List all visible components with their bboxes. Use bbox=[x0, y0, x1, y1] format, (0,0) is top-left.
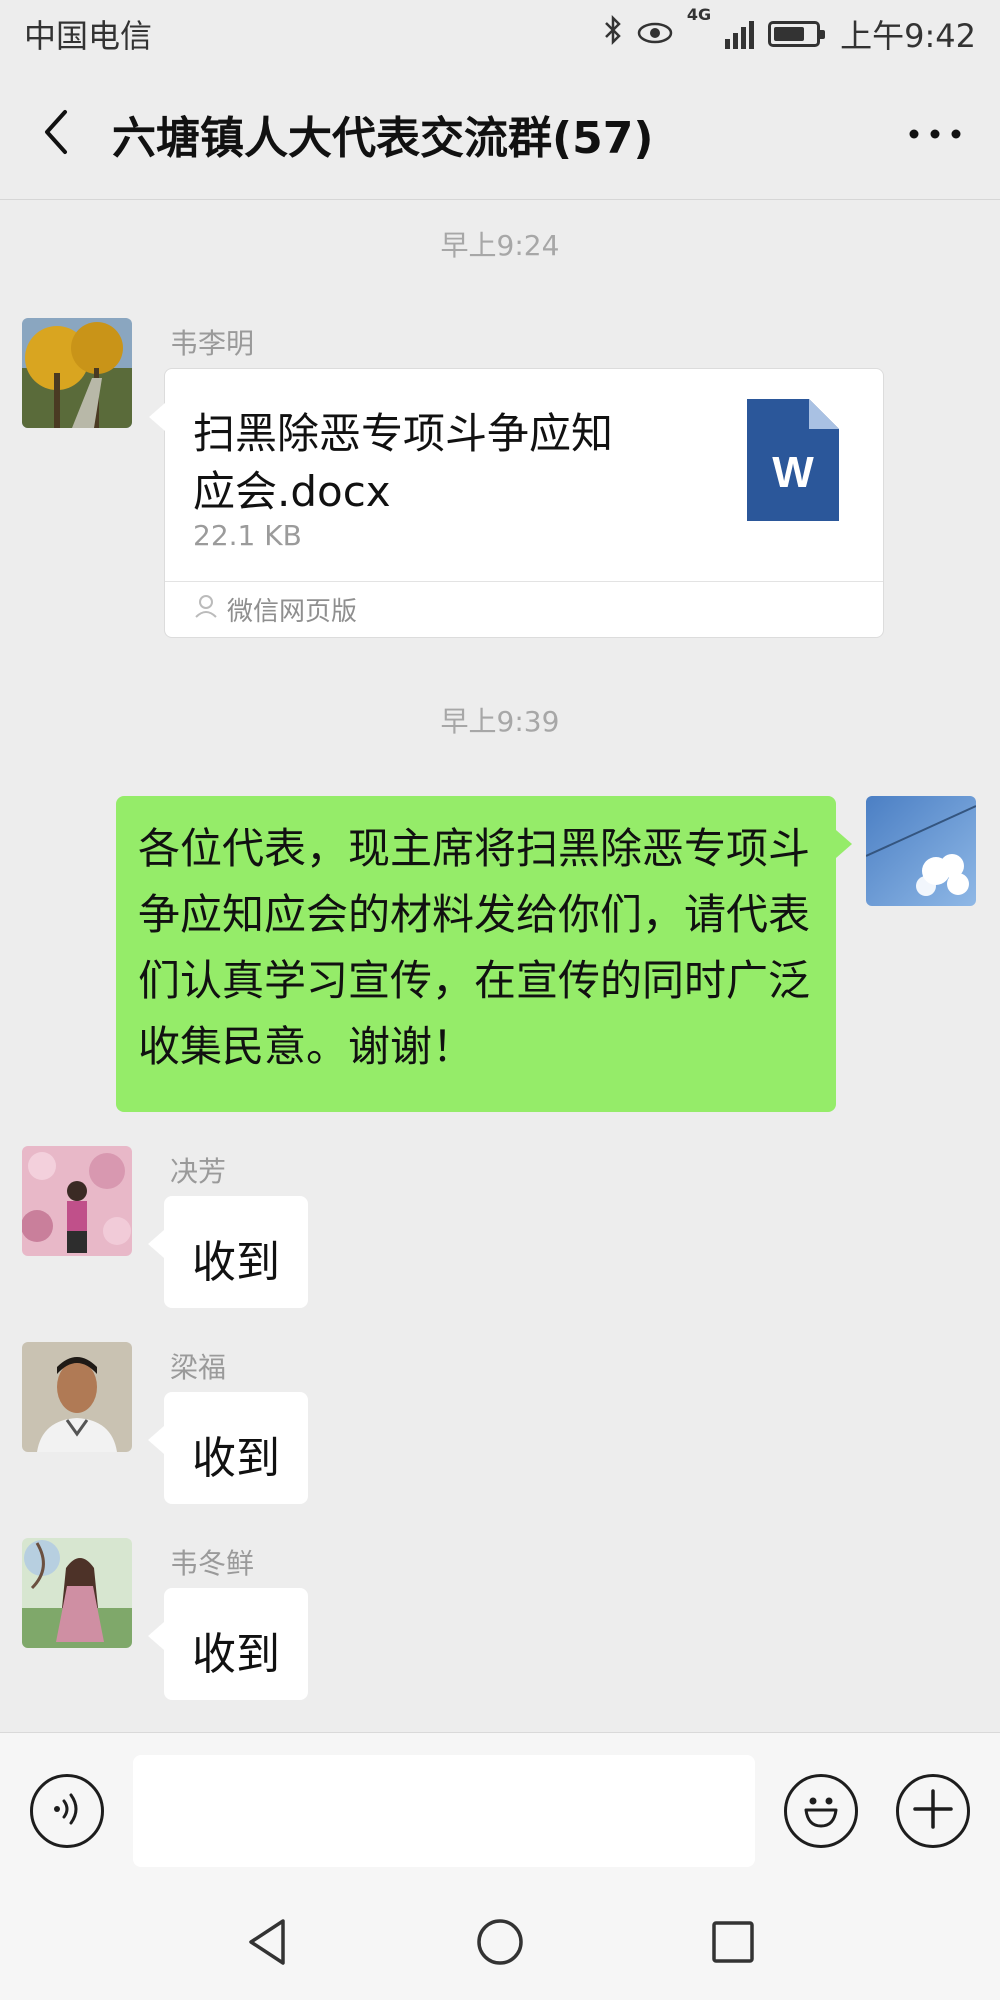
voice-button[interactable] bbox=[30, 1774, 104, 1848]
avatar[interactable] bbox=[22, 1146, 132, 1256]
sender-name: 决芳 bbox=[170, 1155, 227, 1188]
more-dots-icon bbox=[909, 124, 961, 143]
nav-recents-icon bbox=[711, 1920, 755, 1968]
nav-recents-button[interactable] bbox=[693, 1904, 773, 1984]
text-message[interactable]: 收到 bbox=[148, 1196, 308, 1308]
word-document-icon: W bbox=[745, 397, 841, 523]
self-avatar[interactable] bbox=[866, 796, 976, 906]
clock-label: 上午9:42 bbox=[840, 17, 976, 55]
avatar[interactable] bbox=[22, 1342, 132, 1452]
battery-icon bbox=[768, 21, 826, 47]
status-bar: 中国电信 4G 上午9:42 bbox=[0, 0, 1000, 68]
eye-icon bbox=[637, 15, 673, 53]
file-message[interactable]: 扫黑除恶专项斗争应知 应会.docx 22.1 KB W 微信网页版 bbox=[149, 368, 884, 638]
nav-back-icon bbox=[245, 1917, 289, 1971]
self-message[interactable]: 各位代表，现主席将扫黑除恶专项斗争应知应会的材料发给你们，请代表们认真学习宣传，… bbox=[116, 796, 852, 1112]
emoji-icon bbox=[796, 1784, 846, 1838]
message-text: 收到 bbox=[192, 1237, 280, 1288]
message-list[interactable]: 早上9:24 韦李明 扫黑除恶专项斗争应知 应会.docx 22.1 KB W bbox=[0, 200, 1000, 1732]
chevron-left-icon bbox=[41, 108, 71, 160]
file-source-label: 微信网页版 bbox=[227, 597, 358, 627]
avatar[interactable] bbox=[22, 1538, 132, 1648]
timestamp: 早上9:39 bbox=[440, 705, 560, 738]
timestamp: 早上9:24 bbox=[440, 229, 560, 262]
text-message[interactable]: 收到 bbox=[148, 1392, 308, 1504]
file-name: 扫黑除恶专项斗争应知 应会.docx bbox=[193, 409, 614, 516]
more-button[interactable] bbox=[870, 68, 1000, 200]
file-size: 22.1 KB bbox=[193, 519, 302, 552]
bluetooth-icon bbox=[603, 14, 623, 54]
message-input[interactable] bbox=[133, 1755, 755, 1867]
emoji-button[interactable] bbox=[784, 1774, 858, 1848]
back-button[interactable] bbox=[0, 68, 112, 200]
voice-icon bbox=[47, 1789, 87, 1833]
signal-icon bbox=[725, 19, 755, 49]
message-text: 收到 bbox=[192, 1629, 280, 1680]
nav-home-icon bbox=[475, 1917, 525, 1971]
text-message[interactable]: 收到 bbox=[148, 1588, 308, 1700]
sender-name: 韦冬鲜 bbox=[170, 1547, 255, 1580]
message-text: 各位代表，现主席将扫黑除恶专项斗争应知应会的材料发给你们，请代表们认真学习宣传，… bbox=[138, 824, 811, 1071]
plus-button[interactable] bbox=[896, 1774, 970, 1848]
chat-title: 六塘镇人大代表交流群(57) bbox=[112, 112, 654, 164]
network-type-label: 4G bbox=[686, 5, 712, 24]
file-source: 微信网页版 bbox=[165, 581, 883, 637]
avatar[interactable] bbox=[22, 318, 132, 428]
sender-name: 梁福 bbox=[170, 1351, 227, 1384]
nav-back-button[interactable] bbox=[227, 1904, 307, 1984]
wechat-web-icon bbox=[193, 593, 219, 626]
sender-name: 韦李明 bbox=[170, 327, 255, 360]
carrier-label: 中国电信 bbox=[24, 17, 153, 55]
nav-home-button[interactable] bbox=[460, 1904, 540, 1984]
chat-header: 六塘镇人大代表交流群(57) bbox=[0, 68, 1000, 200]
plus-icon bbox=[911, 1787, 955, 1835]
input-bar bbox=[0, 1732, 1000, 1888]
message-text: 收到 bbox=[192, 1433, 280, 1484]
svg-text:W: W bbox=[772, 448, 814, 497]
system-nav-bar bbox=[0, 1888, 1000, 2000]
